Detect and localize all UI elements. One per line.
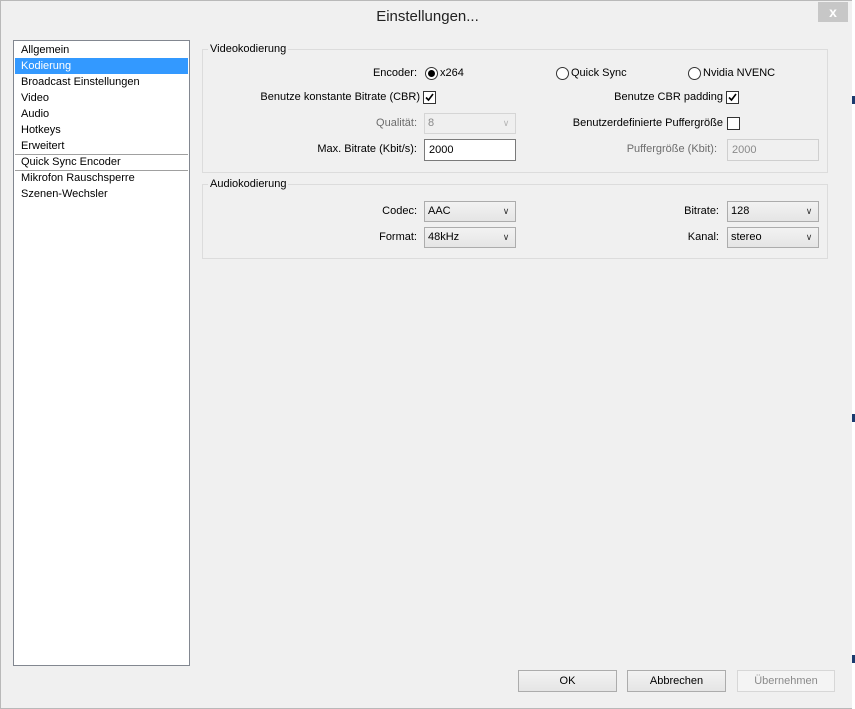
channel-value: stereo xyxy=(731,231,762,243)
title-bar[interactable]: Einstellungen... x xyxy=(1,1,854,31)
settings-category-list[interactable]: Allgemein Kodierung Broadcast Einstellun… xyxy=(13,40,190,666)
bitrate-label: Bitrate: xyxy=(684,205,719,217)
bitrate-select[interactable]: 128 ∨ xyxy=(727,201,819,222)
chevron-down-icon: ∨ xyxy=(502,118,510,128)
apply-button[interactable]: Übernehmen xyxy=(737,670,835,692)
encoder-x264-radio[interactable] xyxy=(425,67,438,80)
sidebar-item-kodierung[interactable]: Kodierung xyxy=(15,58,188,74)
max-bitrate-input[interactable]: 2000 xyxy=(424,139,516,161)
sidebar-item-quick-sync-encoder[interactable]: Quick Sync Encoder xyxy=(15,154,188,170)
sidebar-item-audio[interactable]: Audio xyxy=(15,106,188,122)
cbr-label: Benutze konstante Bitrate (CBR) xyxy=(260,91,420,103)
format-select[interactable]: 48kHz ∨ xyxy=(424,227,516,248)
quality-select[interactable]: 8 ∨ xyxy=(424,113,516,134)
sidebar-item-broadcast-einstellungen[interactable]: Broadcast Einstellungen xyxy=(15,74,188,90)
channel-select[interactable]: stereo ∨ xyxy=(727,227,819,248)
audio-encoding-legend: Audiokodierung xyxy=(208,178,289,190)
encoder-label: Encoder: xyxy=(372,67,417,79)
close-icon: x xyxy=(829,4,837,20)
sidebar-item-erweitert[interactable]: Erweitert xyxy=(15,138,188,154)
cbr-padding-checkbox[interactable] xyxy=(726,91,739,104)
buffer-size-input[interactable]: 2000 xyxy=(727,139,819,161)
radio-dot xyxy=(428,70,435,77)
sidebar-item-video[interactable]: Video xyxy=(15,90,188,106)
cancel-button[interactable]: Abbrechen xyxy=(627,670,726,692)
max-bitrate-label: Max. Bitrate (Kbit/s): xyxy=(317,143,417,155)
codec-label: Codec: xyxy=(382,205,417,217)
custom-buffer-label: Benutzerdefinierte Puffergröße xyxy=(572,117,723,129)
window-title: Einstellungen... xyxy=(376,8,479,25)
checkmark-icon xyxy=(425,93,434,102)
close-button[interactable]: x xyxy=(818,2,848,22)
sidebar-item-hotkeys[interactable]: Hotkeys xyxy=(15,122,188,138)
settings-window: Einstellungen... x Allgemein Kodierung B… xyxy=(0,0,855,709)
sidebar-item-szenen-wechsler[interactable]: Szenen-Wechsler xyxy=(15,186,188,202)
custom-buffer-checkbox[interactable] xyxy=(727,117,740,130)
quality-value: 8 xyxy=(428,117,435,129)
cbr-checkbox[interactable] xyxy=(423,91,436,104)
chevron-down-icon: ∨ xyxy=(502,232,510,242)
channel-label: Kanal: xyxy=(687,231,719,243)
encoder-nvenc-radio[interactable] xyxy=(688,67,701,80)
sidebar-item-mikrofon-rauschsperre[interactable]: Mikrofon Rauschsperre xyxy=(15,170,188,186)
buffer-size-label: Puffergröße (Kbit): xyxy=(626,143,717,155)
encoder-x264-label[interactable]: x264 xyxy=(440,67,464,79)
codec-value: AAC xyxy=(428,205,451,217)
chevron-down-icon: ∨ xyxy=(805,232,813,242)
checkmark-icon xyxy=(728,93,737,102)
bitrate-value: 128 xyxy=(731,205,750,217)
codec-select[interactable]: AAC ∨ xyxy=(424,201,516,222)
sidebar-item-allgemein[interactable]: Allgemein xyxy=(15,42,188,58)
quality-label: Qualität: xyxy=(376,117,417,129)
chevron-down-icon: ∨ xyxy=(805,206,813,216)
format-value: 48kHz xyxy=(428,231,460,243)
format-label: Format: xyxy=(379,231,417,243)
ok-button[interactable]: OK xyxy=(518,670,617,692)
chevron-down-icon: ∨ xyxy=(502,206,510,216)
encoder-nvenc-label[interactable]: Nvidia NVENC xyxy=(703,67,775,79)
encoder-quick-sync-label[interactable]: Quick Sync xyxy=(571,67,627,79)
encoder-quick-sync-radio[interactable] xyxy=(556,67,569,80)
video-encoding-legend: Videokodierung xyxy=(208,43,289,55)
cbr-padding-label: Benutze CBR padding xyxy=(614,91,723,103)
